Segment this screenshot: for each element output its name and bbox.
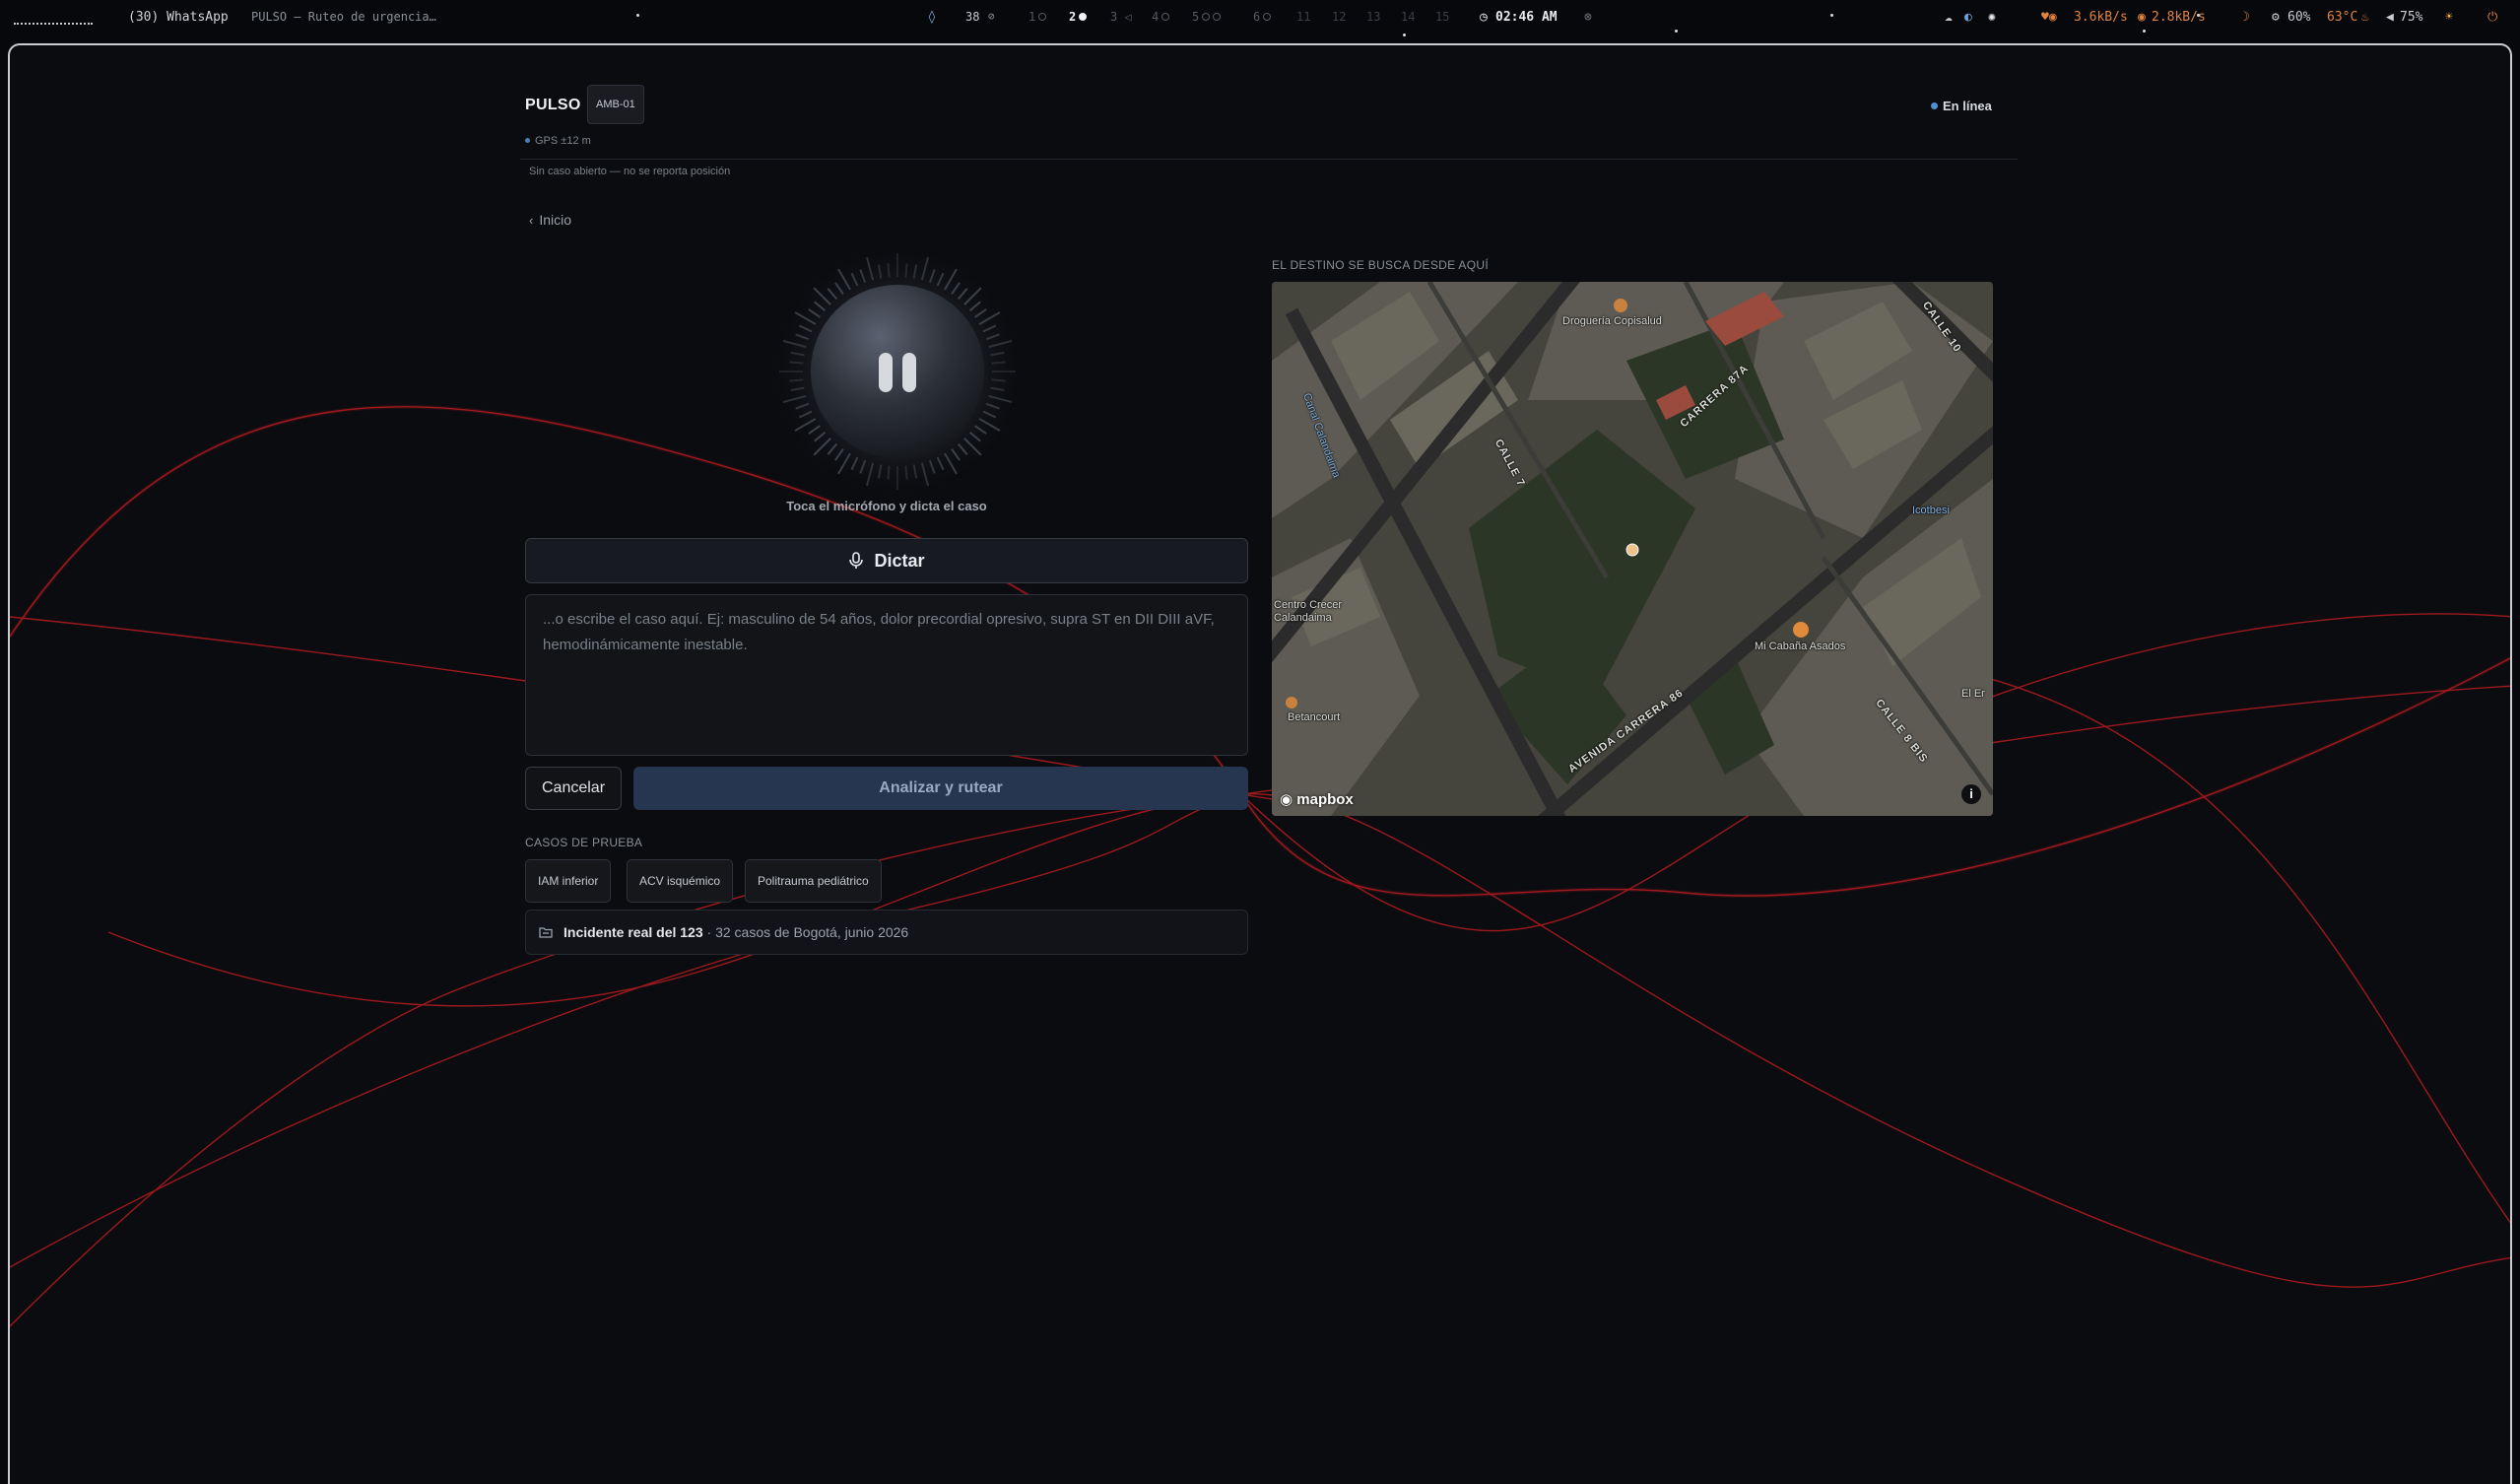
map-section-label: EL DESTINO SE BUSCA DESDE AQUÍ [1272, 258, 1489, 272]
status-text: En línea [1943, 99, 1992, 113]
night-mode-icon[interactable]: ☽ [2242, 10, 2250, 25]
mic-level-tick [904, 465, 908, 480]
workspace-11[interactable]: 11 [1296, 10, 1310, 24]
mic-level-tick [887, 465, 891, 480]
mic-level-tick [789, 361, 804, 365]
brightness-icon[interactable]: ☀ [2445, 10, 2453, 25]
cpu-usage[interactable]: 60% [2288, 10, 2310, 25]
analyze-and-route-button[interactable]: Analizar y rutear [633, 767, 1248, 810]
volume-level[interactable]: 75% [2400, 10, 2422, 25]
workspace-5[interactable]: 5 [1192, 10, 1222, 24]
satellite-imagery [1272, 282, 1993, 816]
clock-icon: ◷ [1480, 10, 1488, 25]
workspace-6[interactable]: 6 [1253, 10, 1272, 24]
workspace-12[interactable]: 12 [1332, 10, 1346, 24]
cancel-button[interactable]: Cancelar [525, 767, 622, 810]
volume-icon: ◀ [2386, 10, 2394, 25]
map-label-poi: Centro Crecer Calandaima [1274, 599, 1343, 624]
status-dot-icon [1931, 102, 1938, 109]
map-label-poi: Icotbesi [1912, 505, 1950, 516]
incident-title: Incidente real del 123 [564, 924, 703, 940]
back-label: Inicio [539, 212, 572, 228]
back-link[interactable]: ‹ Inicio [529, 212, 571, 228]
workspace-4[interactable]: 4 [1152, 10, 1170, 24]
real-incident-card[interactable]: Incidente real del 123 · 32 casos de Bog… [525, 910, 1248, 955]
map-label-poi: El Er [1961, 688, 1985, 700]
map-label-poi: Mi Cabaña Asados [1755, 641, 1846, 652]
background-wave-decoration [10, 404, 2510, 1327]
workspace-indicator [14, 23, 93, 25]
tray-cloud-icon[interactable]: ☁ [1945, 10, 1953, 25]
mapbox-wordmark: mapbox [1296, 791, 1354, 808]
test-case-chip[interactable]: Politrauma pediátrico [745, 859, 882, 903]
background-star [2143, 30, 2146, 33]
workspace-13[interactable]: 13 [1366, 10, 1380, 24]
caffeine-off-icon[interactable]: ⊗ [1584, 10, 1592, 25]
mic-level-tick [789, 378, 804, 382]
map-view[interactable]: Droguería Copisalud CARRERA 87A CALLE 7 … [1272, 282, 1993, 816]
cpu-icon: ⚙ [2272, 10, 2280, 25]
workspace-3[interactable]: 3 ◁ [1110, 10, 1132, 24]
header-divider [520, 159, 2018, 160]
net-up-icon: ◉ [2138, 10, 2146, 25]
power-icon[interactable]: ⏻ [2487, 10, 2497, 25]
net-up[interactable]: 2.8kB/s [2152, 10, 2206, 25]
gps-dot-icon [525, 138, 530, 143]
notification-count[interactable]: 38 [965, 10, 979, 24]
brand-title: PULSO [525, 97, 581, 113]
background-star [1830, 14, 1833, 17]
case-text-input[interactable] [525, 594, 1248, 756]
dictate-label: Dictar [874, 550, 925, 571]
mic-level-tick [887, 263, 891, 278]
mic-level-tick [904, 263, 908, 278]
mapbox-logo[interactable]: ◉ mapbox [1280, 790, 1354, 808]
test-case-chip[interactable]: IAM inferior [525, 859, 612, 903]
cpu-temp[interactable]: 63°C [2327, 10, 2357, 25]
background-star [1403, 34, 1406, 36]
workspace-15[interactable]: 15 [1435, 10, 1449, 24]
test-cases-label: CASOS DE PRUEBA [525, 836, 643, 849]
system-bar: (30) WhatsApp PULSO — Ruteo de urgencia…… [0, 0, 2520, 36]
clock[interactable]: 02:46 AM [1495, 10, 1558, 25]
active-window-title[interactable]: (30) WhatsApp [128, 10, 229, 25]
tray-gear-icon[interactable]: ✺ [1988, 10, 1996, 25]
bell-muted-icon: ⊘ [988, 10, 995, 23]
chevron-left-icon: ‹ [529, 213, 534, 228]
app-window: PULSO AMB-01 GPS ±12 m En línea Sin caso… [8, 43, 2512, 1484]
workspace-14[interactable]: 14 [1401, 10, 1415, 24]
test-case-chip[interactable]: ACV isquémico [627, 859, 734, 903]
map-label-poi: Droguería Copisalud [1562, 315, 1662, 327]
info-icon[interactable]: i [1961, 784, 1981, 804]
folder-icon [539, 927, 553, 938]
unit-badge: AMB-01 [587, 85, 644, 124]
net-down-icon: ♥◉ [2041, 10, 2057, 25]
connection-status: En línea [1931, 99, 1992, 113]
net-down[interactable]: 3.6kB/s [2074, 10, 2128, 25]
gps-accuracy: GPS ±12 m [525, 135, 591, 147]
dictate-button[interactable]: Dictar [525, 538, 1248, 583]
tray-app-icon[interactable]: ◐ [1964, 10, 1972, 25]
no-case-notice: Sin caso abierto — no se reporta posició… [529, 166, 731, 177]
microphone-icon [849, 552, 864, 569]
mic-level-tick [991, 378, 1006, 382]
background-star [636, 14, 639, 17]
microphone-hint: Toca el micrófono y dicta el caso [786, 499, 987, 513]
water-drop-icon: ◊ [928, 10, 936, 25]
background-star [2197, 14, 2200, 17]
gps-text: GPS ±12 m [535, 135, 591, 147]
background-star [1675, 30, 1678, 33]
microphone-button[interactable] [768, 242, 1027, 501]
mic-level-tick [991, 361, 1006, 365]
map-label-poi: Betancourt [1288, 711, 1341, 723]
window-subtitle: PULSO — Ruteo de urgencia… [251, 10, 436, 24]
incident-detail: · 32 casos de Bogotá, junio 2026 [702, 924, 909, 940]
workspace-2[interactable]: 2 [1069, 10, 1088, 24]
flame-icon: ♨ [2361, 10, 2369, 25]
workspace-1[interactable]: 1 [1028, 10, 1047, 24]
